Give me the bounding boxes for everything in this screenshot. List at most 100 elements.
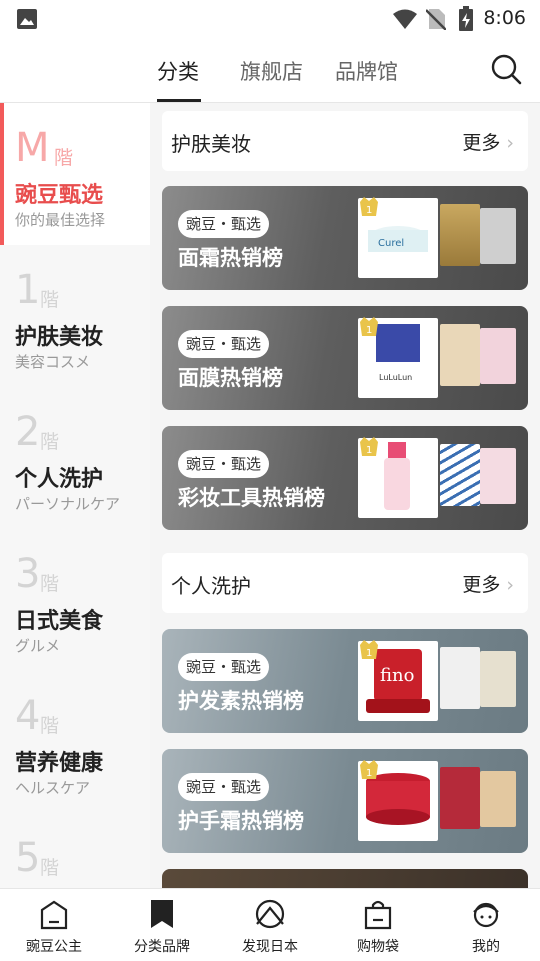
card-title: 面膜热销榜 — [178, 366, 283, 390]
sidebar-item-featured[interactable]: M 階 豌豆甄选 你的最佳选择 — [0, 103, 150, 245]
crown-rank-icon: 1 — [360, 640, 378, 659]
home-icon — [40, 900, 68, 930]
svg-text:Curel: Curel — [378, 238, 404, 249]
featured-tag: 豌豆・甄选 — [178, 773, 270, 801]
ranking-card-face-cream[interactable]: 豌豆・甄选 面霜热销榜 Curel 1 — [162, 186, 528, 290]
rank-number: 1 — [366, 445, 372, 456]
product-image-3 — [480, 328, 516, 384]
nav-label: 发现日本 — [242, 939, 298, 955]
floor-suffix: 階 — [40, 431, 60, 453]
product-image-2 — [440, 647, 480, 709]
floor-number: 2 — [15, 409, 41, 455]
card-title: 彩妆工具热销榜 — [178, 486, 325, 510]
bag-icon — [364, 900, 392, 930]
more-link[interactable]: 更多 › — [462, 570, 514, 597]
clock: 8:06 — [483, 7, 526, 29]
ranking-card-conditioner[interactable]: 豌豆・甄选 护发素热销榜 fino 1 — [162, 629, 528, 733]
floor-suffix: 階 — [40, 573, 60, 595]
more-label: 更多 — [462, 132, 501, 154]
sidebar-item-floor-5[interactable]: 5 階 — [0, 813, 150, 888]
section-header-skincare: 护肤美妆 更多 › — [162, 111, 528, 171]
top-nav: 分类 旗舰店 品牌馆 — [0, 40, 540, 103]
profile-icon — [473, 902, 499, 928]
card-title: 护发素热销榜 — [178, 689, 304, 713]
featured-tag: 豌豆・甄选 — [178, 450, 270, 478]
category-content: 护肤美妆 更多 › 豌豆・甄选 面霜热销榜 Curel 1 豌豆・甄选 面膜热销… — [150, 103, 540, 888]
floor-suffix: 階 — [40, 857, 60, 879]
featured-tag: 豌豆・甄选 — [178, 653, 270, 681]
more-link[interactable]: 更多 › — [462, 128, 514, 155]
sidebar-item-personal-care[interactable]: 2 階 个人洗护 パーソナルケア — [0, 387, 150, 529]
ranking-card-face-mask[interactable]: 豌豆・甄选 面膜热销榜 LuLuLun 1 — [162, 306, 528, 410]
floor-number: M — [15, 125, 50, 171]
floor-suffix: 階 — [40, 289, 60, 311]
card-title: 护手霜热销榜 — [178, 809, 304, 833]
status-bar: 8:06 — [0, 0, 540, 40]
tab-flagship-store[interactable]: 旗舰店 — [240, 56, 303, 86]
sidebar-item-health[interactable]: 4 階 营养健康 ヘルスケア — [0, 671, 150, 813]
featured-tag: 豌豆・甄选 — [178, 330, 270, 358]
floor-number: 3 — [15, 551, 41, 597]
floor-suffix: 階 — [40, 715, 60, 737]
rank-number: 1 — [366, 205, 372, 216]
svg-text:LuLuLun: LuLuLun — [379, 373, 412, 382]
chevron-right-icon: › — [506, 132, 514, 154]
sidebar-item-japanese-food[interactable]: 3 階 日式美食 グルメ — [0, 529, 150, 671]
chevron-right-icon: › — [506, 574, 514, 596]
ranking-card-makeup-tools[interactable]: 豌豆・甄选 彩妆工具热销榜 1 — [162, 426, 528, 530]
floor-number: 1 — [15, 267, 41, 313]
product-image-2 — [440, 444, 480, 506]
nav-profile[interactable]: 我的 — [432, 889, 540, 961]
discover-icon — [255, 899, 285, 929]
nav-label: 购物袋 — [357, 939, 399, 955]
tab-category[interactable]: 分类 — [157, 56, 199, 86]
floor-name: 护肤美妆 — [15, 325, 104, 350]
product-image-2 — [440, 324, 480, 386]
ranking-card-partial[interactable] — [162, 869, 528, 888]
ranking-card-hand-cream[interactable]: 豌豆・甄选 护手霜热销榜 1 — [162, 749, 528, 853]
product-image-2 — [440, 204, 480, 266]
battery-charging-icon — [459, 6, 473, 31]
rank-number: 1 — [366, 768, 372, 779]
crown-rank-icon: 1 — [360, 760, 378, 779]
floor-subtitle: 你的最佳选择 — [15, 211, 106, 229]
svg-text:fino: fino — [380, 665, 414, 686]
image-icon — [17, 9, 37, 29]
product-image-3 — [480, 208, 516, 264]
nav-label: 我的 — [472, 939, 500, 955]
product-image-3 — [480, 448, 516, 504]
bottom-nav: 豌豆公主 分类品牌 发现日本 购物袋 我的 — [0, 888, 540, 960]
nav-category-brand[interactable]: 分类品牌 — [108, 889, 216, 961]
product-image-3 — [480, 651, 516, 707]
floor-number: 5 — [15, 835, 41, 881]
search-icon[interactable] — [490, 53, 522, 85]
floor-name: 豌豆甄选 — [15, 183, 104, 208]
floor-suffix: 階 — [54, 147, 74, 169]
floor-subtitle: グルメ — [15, 637, 61, 655]
nav-discover-japan[interactable]: 发现日本 — [216, 889, 324, 961]
featured-tag: 豌豆・甄选 — [178, 210, 270, 238]
rank-number: 1 — [366, 325, 372, 336]
card-title: 面霜热销榜 — [178, 246, 283, 270]
product-image-2 — [440, 767, 480, 829]
crown-rank-icon: 1 — [360, 197, 378, 216]
section-title: 护肤美妆 — [171, 132, 251, 156]
bookmark-icon — [151, 900, 173, 928]
sidebar-item-skincare[interactable]: 1 階 护肤美妆 美容コスメ — [0, 245, 150, 387]
section-header-personal-care: 个人洗护 更多 › — [162, 553, 528, 613]
nav-home[interactable]: 豌豆公主 — [0, 889, 108, 961]
nav-shopping-bag[interactable]: 购物袋 — [324, 889, 432, 961]
product-image-3 — [480, 771, 516, 827]
floor-name: 营养健康 — [15, 751, 104, 776]
section-title: 个人洗护 — [171, 574, 251, 598]
floor-subtitle: 美容コスメ — [15, 353, 91, 371]
floor-subtitle: ヘルスケア — [15, 779, 91, 797]
tab-brand-hall[interactable]: 品牌馆 — [335, 56, 398, 86]
active-indicator — [0, 103, 4, 245]
nav-label: 豌豆公主 — [26, 939, 82, 955]
floor-name: 日式美食 — [15, 609, 104, 634]
floor-sidebar: M 階 豌豆甄选 你的最佳选择 1 階 护肤美妆 美容コスメ 2 階 个人洗护 … — [0, 103, 150, 888]
crown-rank-icon: 1 — [360, 437, 378, 456]
crown-rank-icon: 1 — [360, 317, 378, 336]
rank-number: 1 — [366, 648, 372, 659]
